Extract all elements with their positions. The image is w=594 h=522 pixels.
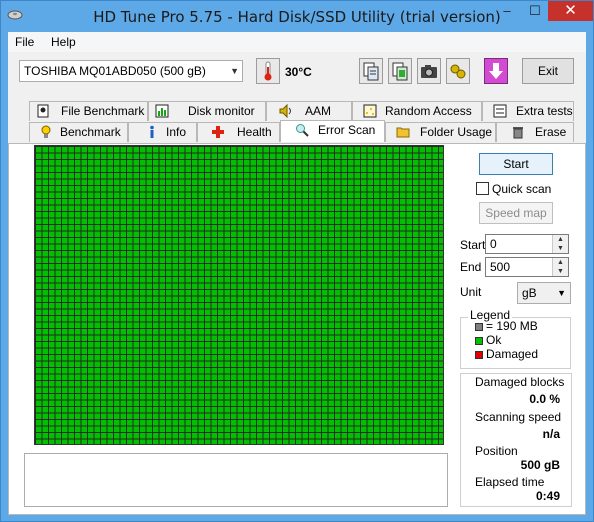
folder-icon — [396, 127, 410, 138]
legend-label-ok: Ok — [486, 333, 502, 347]
tab-label: Health — [237, 125, 272, 139]
tab-label: Disk monitor — [188, 104, 255, 118]
scan-block-map — [34, 145, 444, 445]
info-icon — [150, 125, 154, 138]
chevron-down-icon: ▼ — [230, 66, 239, 76]
damaged-blocks-label: Damaged blocks — [475, 375, 565, 389]
minimize-button[interactable]: – — [493, 1, 521, 21]
start-field-label: Start — [460, 238, 486, 252]
lightbulb-icon — [41, 125, 51, 138]
trash-icon — [513, 127, 523, 139]
tab-extra-tests[interactable]: Extra tests — [482, 101, 574, 121]
download-arrow-icon — [489, 63, 503, 79]
scan-log-box[interactable] — [24, 453, 448, 507]
tab-label: Folder Usage — [420, 125, 493, 139]
spin-down-icon[interactable]: ▼ — [552, 244, 568, 253]
tab-label: Erase — [535, 125, 567, 139]
unit-label: Unit — [460, 285, 482, 299]
elapsed-time-value: 0:49 — [535, 489, 560, 503]
thermometer-icon — [264, 61, 272, 81]
magnifier-icon — [296, 124, 309, 137]
tab-erase[interactable]: Erase — [496, 122, 574, 142]
file-benchmark-icon — [37, 104, 49, 118]
position-value: 500 gB — [520, 458, 560, 472]
legend-swatch-damaged — [475, 351, 483, 359]
app-window: HD Tune Pro 5.75 - Hard Disk/SSD Utility… — [0, 0, 594, 522]
tab-row-bottom: Benchmark Info Health Error Scan Folder … — [8, 120, 586, 142]
tab-file-benchmark[interactable]: File Benchmark — [29, 101, 148, 121]
tab-label: Error Scan — [318, 123, 376, 137]
speaker-icon — [279, 104, 291, 118]
end-spinbox[interactable]: 500 ▲ ▼ — [485, 257, 569, 277]
tab-label: Benchmark — [60, 125, 121, 139]
menu-file[interactable]: File — [15, 35, 34, 49]
client-area: File Help TOSHIBA MQ01ABD050 (500 gB) ▼ … — [8, 32, 586, 515]
download-button[interactable] — [484, 58, 508, 84]
maximize-button[interactable]: ☐ — [521, 1, 549, 21]
tab-health[interactable]: Health — [197, 122, 280, 142]
camera-icon — [421, 65, 437, 78]
tab-info[interactable]: Info — [128, 122, 197, 142]
tab-aam[interactable]: AAM — [266, 101, 352, 121]
screenshot-button[interactable] — [417, 58, 441, 84]
chevron-down-icon: ▼ — [557, 288, 566, 298]
title-bar[interactable]: HD Tune Pro 5.75 - Hard Disk/SSD Utility… — [1, 1, 593, 32]
menu-bar: File Help — [8, 32, 586, 52]
quick-scan-checkbox[interactable] — [476, 182, 489, 195]
copy-info-button[interactable] — [359, 58, 383, 84]
legend-label-block-size: = 190 MB — [486, 319, 538, 333]
random-access-icon — [363, 104, 377, 118]
tab-label: Info — [166, 125, 187, 139]
unit-select-value: gB — [522, 286, 537, 300]
menu-help[interactable]: Help — [51, 35, 76, 49]
toolbar: TOSHIBA MQ01ABD050 (500 gB) ▼ 30°C Exit — [8, 52, 586, 90]
drive-select-value: TOSHIBA MQ01ABD050 (500 gB) — [24, 64, 206, 78]
tab-label: Extra tests — [516, 104, 573, 118]
scanning-speed-value: n/a — [542, 427, 560, 441]
tab-disk-monitor[interactable]: Disk monitor — [148, 101, 266, 121]
tab-row-top: File Benchmark Disk monitor AAM Random A… — [8, 101, 586, 121]
copy-all-icon — [392, 62, 408, 81]
tab-random-access[interactable]: Random Access — [352, 101, 482, 121]
tab-label: AAM — [305, 104, 332, 118]
tab-label: File Benchmark — [61, 104, 145, 118]
speed-map-button[interactable]: Speed map — [479, 202, 553, 224]
damaged-blocks-value: 0.0 % — [529, 392, 560, 406]
legend-swatch-block-size — [475, 323, 483, 331]
copy-all-button[interactable] — [388, 58, 412, 84]
options-icon — [450, 64, 466, 79]
options-button[interactable] — [446, 58, 470, 84]
start-button[interactable]: Start — [479, 153, 553, 175]
exit-button[interactable]: Exit — [522, 58, 574, 84]
end-spinbox-value: 500 — [490, 260, 511, 274]
spin-up-icon[interactable]: ▲ — [552, 258, 568, 267]
tab-error-scan[interactable]: Error Scan — [280, 120, 385, 142]
legend-swatch-ok — [475, 337, 483, 345]
unit-select[interactable]: gB ▼ — [517, 282, 571, 304]
extra-tests-icon — [493, 104, 507, 118]
thermometer-button[interactable] — [256, 58, 280, 84]
spin-down-icon[interactable]: ▼ — [552, 267, 568, 276]
elapsed-time-label: Elapsed time — [475, 475, 545, 489]
copy-icon — [363, 62, 379, 81]
temperature-readout: 30°C — [285, 65, 312, 79]
legend-label-damaged: Damaged — [486, 347, 539, 361]
drive-select[interactable]: TOSHIBA MQ01ABD050 (500 gB) ▼ — [19, 60, 243, 82]
tab-benchmark[interactable]: Benchmark — [29, 122, 128, 142]
scanning-speed-label: Scanning speed — [475, 410, 562, 424]
close-button[interactable]: ✕ — [548, 1, 593, 21]
tab-folder-usage[interactable]: Folder Usage — [385, 122, 496, 142]
start-spinbox[interactable]: 0 ▲ ▼ — [485, 234, 569, 254]
quick-scan-label[interactable]: Quick scan — [492, 182, 551, 196]
start-spinbox-value: 0 — [490, 237, 497, 251]
spin-up-icon[interactable]: ▲ — [552, 235, 568, 244]
end-field-label: End — [460, 260, 482, 274]
tab-label: Random Access — [385, 104, 472, 118]
position-label: Position — [475, 444, 518, 458]
health-cross-icon — [212, 126, 224, 138]
disk-monitor-icon — [155, 104, 169, 118]
